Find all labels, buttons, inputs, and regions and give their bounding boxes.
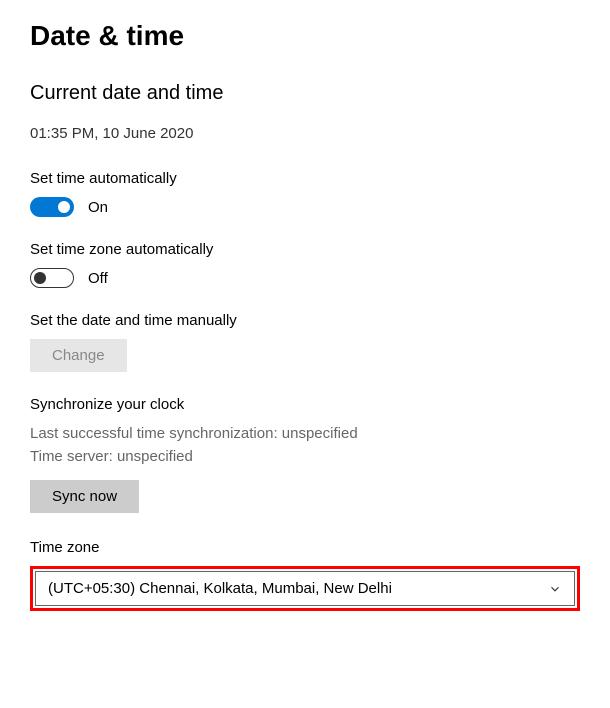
sync-last: Last successful time synchronization: un…	[30, 423, 580, 446]
set-time-auto-label: Set time automatically	[30, 170, 580, 187]
chevron-down-icon	[548, 582, 562, 596]
set-time-auto-state: On	[88, 199, 108, 216]
sync-now-button[interactable]: Sync now	[30, 480, 139, 513]
toggle-knob-icon	[58, 201, 70, 213]
manual-label: Set the date and time manually	[30, 312, 580, 329]
sync-server: Time server: unspecified	[30, 446, 580, 469]
toggle-knob-icon	[34, 272, 46, 284]
set-time-auto-toggle[interactable]	[30, 197, 74, 217]
set-tz-auto-label: Set time zone automatically	[30, 241, 580, 258]
timezone-selected-value: (UTC+05:30) Chennai, Kolkata, Mumbai, Ne…	[48, 580, 392, 597]
page-title: Date & time	[30, 20, 580, 52]
set-tz-auto-toggle[interactable]	[30, 268, 74, 288]
current-datetime: 01:35 PM, 10 June 2020	[30, 125, 580, 142]
timezone-select[interactable]: (UTC+05:30) Chennai, Kolkata, Mumbai, Ne…	[35, 571, 575, 606]
sync-title: Synchronize your clock	[30, 396, 580, 413]
timezone-highlight: (UTC+05:30) Chennai, Kolkata, Mumbai, Ne…	[30, 566, 580, 611]
section-title: Current date and time	[30, 82, 580, 105]
change-button[interactable]: Change	[30, 339, 127, 372]
set-tz-auto-state: Off	[88, 270, 108, 287]
timezone-label: Time zone	[30, 539, 580, 556]
